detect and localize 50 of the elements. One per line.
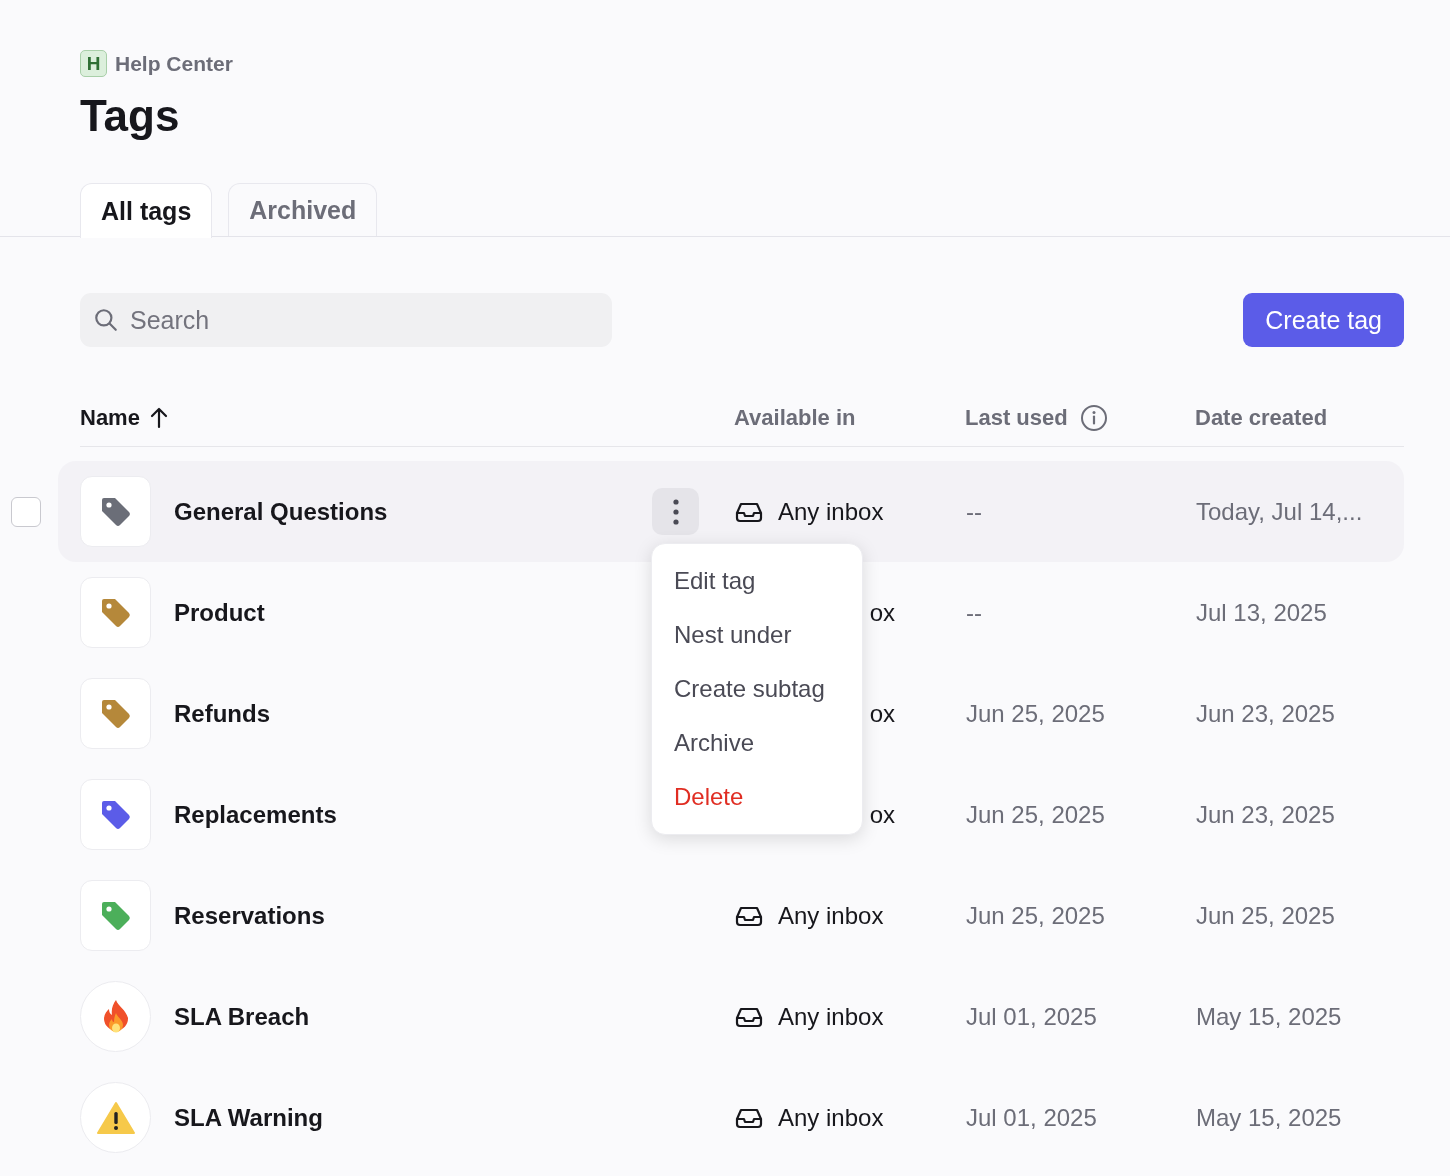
date-created-text: Today, Jul 14,...	[1196, 496, 1363, 527]
column-header: Date created	[1195, 404, 1328, 433]
available-in-text: ox	[869, 799, 895, 830]
available-in-text: Any inbox	[778, 496, 884, 527]
menu-item[interactable]: Archive	[652, 716, 862, 771]
more-options-button[interactable]	[652, 488, 699, 536]
column-header: Last used	[965, 404, 1068, 433]
available-in-text: Any inbox	[778, 1102, 884, 1133]
tag-name[interactable]: SLA Breach	[174, 998, 652, 1035]
available-in-text: Any inbox	[778, 900, 884, 931]
date-created-text: Jun 23, 2025	[1196, 799, 1335, 830]
kebab-icon	[671, 496, 680, 527]
tab[interactable]: All tags	[80, 183, 213, 238]
menu-item[interactable]: Nest under	[652, 608, 862, 663]
search-field[interactable]: Search	[80, 293, 612, 348]
available-in-text: ox	[869, 597, 895, 628]
date-created-text: May 15, 2025	[1196, 1102, 1342, 1133]
last-used-text: Jul 01, 2025	[966, 1102, 1098, 1133]
info-icon[interactable]	[1079, 403, 1108, 432]
row-checkbox[interactable]	[11, 496, 41, 527]
date-created-text: Jun 23, 2025	[1196, 698, 1335, 729]
last-used-text: --	[966, 496, 983, 527]
search-icon	[93, 307, 119, 334]
tag-name[interactable]: Product	[174, 594, 652, 631]
breadcrumb-link[interactable]: Help Center	[115, 48, 233, 80]
tab[interactable]: Archived	[228, 183, 378, 237]
last-used-text: Jul 01, 2025	[966, 1001, 1098, 1032]
warning-icon	[96, 1100, 135, 1135]
date-created-text: Jun 25, 2025	[1196, 900, 1335, 931]
tag-name[interactable]: SLA Warning	[174, 1099, 652, 1136]
column-header: Available in	[734, 404, 856, 433]
available-in-text: Any inbox	[778, 1001, 884, 1032]
tag-name[interactable]: Reservations	[174, 897, 652, 934]
column-header[interactable]: Name	[80, 401, 140, 435]
available-in-text: ox	[869, 698, 895, 729]
tag-name[interactable]: Refunds	[174, 695, 652, 732]
tag-name[interactable]: General Questions	[174, 493, 652, 530]
help-center-badge: H	[80, 50, 107, 78]
menu-item[interactable]: Create subtag	[652, 662, 862, 717]
tag-name[interactable]: Replacements	[174, 796, 652, 833]
last-used-text: Jun 25, 2025	[966, 698, 1106, 729]
date-created-text: Jul 13, 2025	[1196, 597, 1327, 628]
last-used-text: Jun 25, 2025	[966, 900, 1106, 931]
last-used-text: Jun 25, 2025	[966, 799, 1106, 830]
menu-item[interactable]: Delete	[652, 770, 862, 825]
page-title: Tags	[80, 89, 181, 142]
create-tag-button[interactable]: Create tag	[1243, 293, 1404, 348]
date-created-text: May 15, 2025	[1196, 1001, 1342, 1032]
last-used-text: --	[966, 597, 983, 628]
menu-item[interactable]: Edit tag	[652, 554, 862, 609]
